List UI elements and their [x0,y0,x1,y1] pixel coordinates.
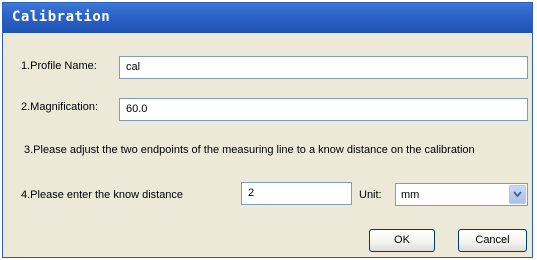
cancel-button[interactable]: Cancel [458,229,527,252]
unit-select[interactable]: mm [395,183,528,206]
unit-select-value: mm [401,189,420,201]
calibration-dialog: Calibration 1.Profile Name: cal 2.Magnif… [2,2,533,258]
profile-name-label: 1.Profile Name: [21,60,97,72]
dialog-title: Calibration [12,9,111,25]
profile-name-input[interactable]: cal [119,56,528,79]
title-bar[interactable]: Calibration [3,3,532,33]
distance-label: 4.Please enter the know distance [21,189,184,201]
magnification-label: 2.Magnification: [21,101,99,113]
chevron-down-icon[interactable] [509,185,526,204]
ok-button[interactable]: OK [369,229,435,252]
distance-input[interactable]: 2 [241,182,352,205]
magnification-input[interactable]: 60.0 [119,98,528,121]
instruction-text: 3.Please adjust the two endpoints of the… [24,144,475,156]
unit-label: Unit: [359,189,382,201]
